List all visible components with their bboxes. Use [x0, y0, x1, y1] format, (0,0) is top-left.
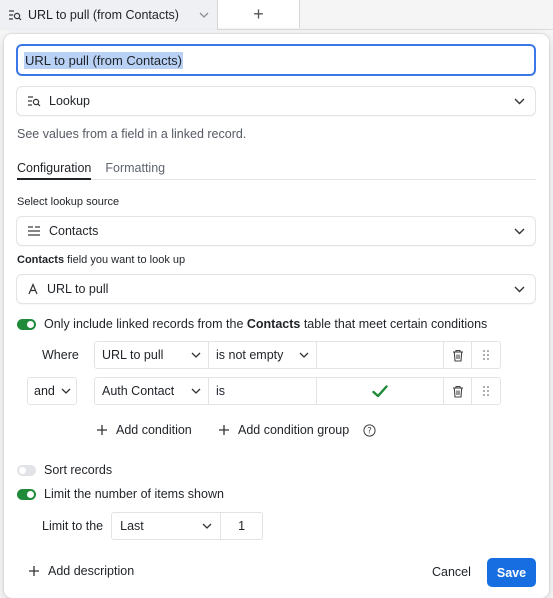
limit-items-label: Limit the number of items shown [44, 487, 224, 501]
field-type-label: Lookup [49, 94, 91, 108]
chevron-down-icon [191, 388, 201, 394]
column-header-title: URL to pull (from Contacts) [28, 8, 179, 22]
trash-icon[interactable] [444, 378, 472, 404]
lookup-icon [8, 9, 22, 21]
plus-icon [96, 424, 108, 436]
condition-field-value: Auth Contact [102, 384, 175, 398]
limit-count-input[interactable]: 1 [221, 512, 264, 540]
chevron-down-icon[interactable] [199, 12, 209, 18]
tab-formatting[interactable]: Formatting [105, 155, 165, 180]
field-config-panel: URL to pull (from Contacts) Lookup See v… [4, 34, 549, 598]
grid-header: URL to pull (from Contacts) + [0, 0, 553, 30]
chevron-down-icon [61, 388, 71, 394]
field-name-input[interactable]: URL to pull (from Contacts) [16, 44, 536, 76]
sort-records-toggle[interactable] [17, 464, 36, 476]
limit-direction-value: Last [120, 519, 144, 533]
lookup-field-label-table: Contacts [17, 254, 65, 266]
condition-field-value: URL to pull [102, 348, 164, 362]
condition-row: Where URL to pull is not empty [27, 341, 501, 369]
trash-icon[interactable] [444, 342, 472, 368]
condition-operator-value: is [216, 384, 226, 398]
field-name-value: URL to pull (from Contacts) [24, 51, 184, 69]
condition-field-select[interactable]: URL to pull [95, 342, 209, 368]
column-header[interactable]: URL to pull (from Contacts) [0, 0, 218, 30]
lookup-field-value: URL to pull [47, 282, 109, 296]
condition-row: and Auth Contact is [27, 377, 501, 405]
help-icon[interactable]: ? [363, 423, 376, 437]
save-button[interactable]: Save [487, 558, 536, 587]
condition-conjunction-select[interactable]: and [27, 377, 77, 405]
svg-text:?: ? [367, 426, 372, 436]
plus-icon [218, 424, 230, 436]
config-tabs: Configuration Formatting [17, 155, 536, 180]
drag-handle-icon[interactable] [472, 378, 500, 404]
text-field-icon [27, 283, 39, 295]
chevron-down-icon [514, 228, 525, 235]
conditions-toggle-label: Only include linked records from the Con… [44, 317, 488, 331]
add-description-button[interactable]: Add description [28, 564, 134, 578]
condition-prefix: Where [42, 348, 79, 362]
cancel-button[interactable]: Cancel [424, 558, 479, 586]
lookup-field-label: Contacts field you want to look up [17, 254, 185, 266]
condition-operator-value: is not empty [216, 348, 284, 362]
condition-value-input[interactable] [317, 342, 444, 368]
lookup-field-label-rest: field you want to look up [64, 254, 186, 266]
sort-records-row[interactable]: Sort records [17, 463, 112, 477]
chevron-down-icon [514, 98, 525, 105]
lookup-field-select[interactable]: URL to pull [16, 274, 536, 304]
chevron-down-icon [191, 352, 201, 358]
conditions-toggle[interactable] [17, 318, 36, 330]
chevron-down-icon [202, 523, 212, 529]
condition-field-select[interactable]: Auth Contact [95, 378, 209, 404]
conditions-toggle-row[interactable]: Only include linked records from the Con… [17, 317, 487, 331]
sort-records-label: Sort records [44, 463, 113, 477]
limit-to-row: Limit to the Last 1 [42, 512, 264, 540]
field-type-description: See values from a field in a linked reco… [17, 127, 247, 141]
add-condition-button[interactable]: Add condition [96, 423, 192, 437]
limit-direction-select[interactable]: Last [111, 512, 222, 540]
condition-operator-select[interactable]: is [209, 378, 317, 404]
limit-items-toggle[interactable] [17, 488, 36, 500]
add-condition-label: Add condition [116, 423, 192, 437]
lookup-icon [27, 95, 41, 107]
lookup-source-label: Select lookup source [17, 196, 120, 208]
drag-handle-icon[interactable] [472, 342, 500, 368]
add-condition-group-button[interactable]: Add condition group ? [218, 423, 376, 437]
limit-items-row[interactable]: Limit the number of items shown [17, 487, 224, 501]
plus-icon [28, 565, 40, 577]
linked-record-icon [27, 225, 41, 237]
lookup-source-value: Contacts [49, 224, 99, 238]
field-type-select[interactable]: Lookup [16, 86, 536, 116]
condition-group: URL to pull is not empty [94, 341, 501, 369]
lookup-source-select[interactable]: Contacts [16, 216, 536, 246]
condition-group: Auth Contact is [94, 377, 501, 405]
add-description-label: Add description [48, 564, 135, 578]
condition-operator-select[interactable]: is not empty [209, 342, 317, 368]
chevron-down-icon [299, 352, 309, 358]
add-condition-group-label: Add condition group [238, 423, 350, 437]
condition-value-checkbox[interactable] [317, 378, 444, 404]
condition-conjunction-value: and [34, 384, 55, 398]
checkmark-icon [372, 384, 388, 398]
limit-to-label: Limit to the [42, 519, 104, 533]
add-column-button[interactable]: + [218, 0, 300, 28]
tab-configuration[interactable]: Configuration [17, 155, 92, 180]
chevron-down-icon [514, 286, 525, 293]
